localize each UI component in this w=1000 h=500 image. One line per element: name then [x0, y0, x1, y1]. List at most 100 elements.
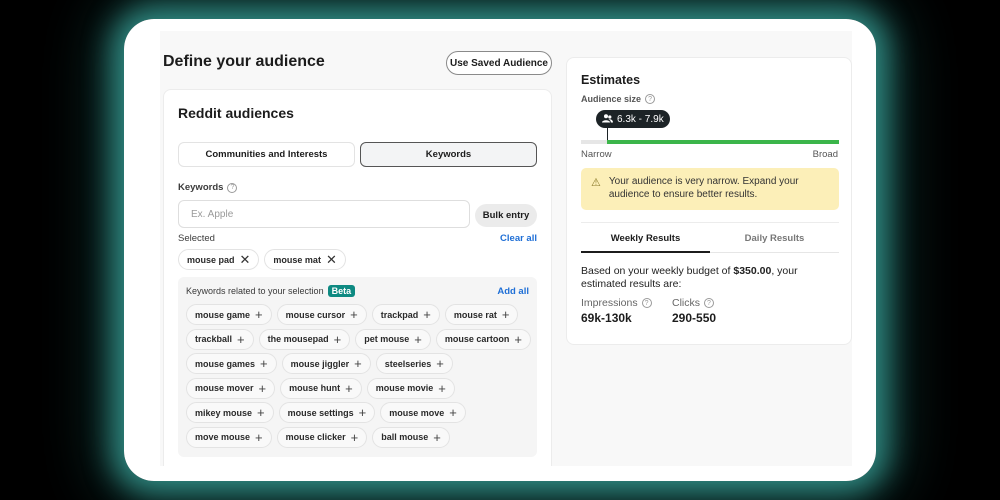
related-keywords-heading: Keywords related to your selection Beta	[186, 285, 356, 297]
audience-range: 6.3k - 7.9k	[617, 113, 664, 125]
related-keyword-chip[interactable]: mouse rat +	[444, 304, 519, 325]
keyword-label: move mouse	[195, 432, 251, 442]
help-icon[interactable]: ?	[704, 298, 714, 308]
tab-keywords[interactable]: Keywords	[360, 142, 537, 167]
keywords-label-text: Keywords	[178, 182, 224, 193]
related-keyword-chip[interactable]: mouse cursor +	[276, 304, 367, 325]
add-icon[interactable]: +	[359, 406, 367, 419]
related-keyword-row: mouse games + mouse jiggler + steelseries +	[186, 353, 531, 374]
selected-label: Selected	[178, 233, 215, 244]
keyword-label: mouse mat	[273, 254, 321, 265]
impressions-label-text: Impressions	[581, 297, 638, 309]
related-keyword-row: trackball + the mousepad + pet mouse + mouse c…	[186, 328, 531, 350]
tab-communities-and-interests[interactable]: Communities and Interests	[178, 142, 355, 167]
audience-page: Define your audience Use Saved Audience …	[160, 31, 852, 466]
add-icon[interactable]: +	[255, 431, 263, 444]
related-keyword-chip[interactable]: pet mouse +	[355, 328, 431, 350]
narrow-audience-warning: ⚠ Your audience is very narrow. Expand y…	[581, 168, 839, 210]
add-icon[interactable]: +	[237, 333, 245, 346]
related-keyword-chip[interactable]: mouse jiggler +	[281, 353, 371, 374]
impressions-metric: Impressions ? 69k-130k	[581, 297, 652, 325]
related-keyword-chip[interactable]: the mousepad +	[258, 328, 351, 350]
audience-size-track	[581, 140, 839, 144]
related-keyword-row: mouse game + mouse cursor + trackpad + mouse r…	[186, 304, 531, 325]
related-keyword-chip[interactable]: mouse hunt +	[280, 377, 362, 399]
add-icon[interactable]: +	[423, 308, 431, 321]
audience-size-label: Audience size ?	[581, 94, 656, 104]
help-icon[interactable]: ?	[641, 298, 652, 308]
add-icon[interactable]: +	[502, 308, 510, 321]
add-icon[interactable]: +	[260, 357, 268, 370]
selected-keyword-chip: mouse pad ✕	[178, 249, 260, 270]
related-keyword-chip[interactable]: mouse clicker +	[276, 426, 368, 448]
keyword-input[interactable]	[178, 200, 470, 228]
audience-size-label-text: Audience size	[581, 94, 642, 104]
warning-text: Your audience is very narrow. Expand you…	[608, 176, 799, 200]
related-keyword-chip[interactable]: move mouse +	[186, 426, 272, 448]
keyword-label: mouse clicker	[285, 432, 346, 442]
add-icon[interactable]: +	[255, 308, 263, 321]
add-icon[interactable]: +	[334, 333, 342, 346]
keyword-label: mouse games	[195, 358, 256, 369]
related-keyword-chip[interactable]: mouse settings +	[278, 402, 376, 423]
related-keyword-chip[interactable]: trackpad +	[371, 304, 440, 325]
screenshot-frame: Define your audience Use Saved Audience …	[124, 19, 876, 481]
keyword-label: mouse mover	[195, 383, 254, 393]
keyword-label: mikey mouse	[195, 407, 253, 418]
keyword-label: pet mouse	[364, 334, 410, 344]
related-keyword-chip[interactable]: mouse game +	[186, 304, 272, 325]
audience-size-fill	[606, 140, 839, 144]
related-keyword-list: mouse game + mouse cursor + trackpad + mouse r…	[186, 304, 531, 448]
related-keyword-chip[interactable]: mouse movie +	[366, 377, 455, 399]
related-keyword-row: mouse mover + mouse hunt + mouse movie +	[186, 377, 531, 399]
add-icon[interactable]: +	[351, 431, 359, 444]
add-icon[interactable]: +	[414, 333, 422, 346]
section-title: Reddit audiences	[178, 105, 294, 121]
clicks-value: 290-550	[672, 311, 717, 325]
add-icon[interactable]: +	[438, 382, 446, 395]
keyword-label: mouse move	[389, 407, 445, 418]
audience-size-badge: 6.3k - 7.9k	[596, 110, 670, 128]
related-keyword-chip[interactable]: mouse games +	[186, 353, 277, 374]
related-keyword-row: mikey mouse + mouse settings + mouse move +	[186, 402, 531, 423]
keywords-label: Keywords ?	[178, 182, 238, 193]
clicks-label: Clicks ?	[672, 297, 716, 309]
add-icon[interactable]: +	[345, 382, 353, 395]
budget-summary: Based on your weekly budget of $350.00, …	[581, 265, 831, 291]
related-keyword-chip[interactable]: mikey mouse +	[186, 402, 274, 423]
budget-amount: $350.00	[733, 265, 772, 277]
add-icon[interactable]: +	[259, 382, 267, 395]
tab-weekly-results[interactable]: Weekly Results	[581, 233, 710, 244]
related-keyword-chip[interactable]: mouse move +	[380, 402, 466, 423]
help-icon[interactable]: ?	[645, 94, 656, 104]
estimates-card: Estimates Audience size ? 6.3k - 7.9k Na…	[566, 57, 852, 345]
add-all-link[interactable]: Add all	[497, 286, 529, 297]
use-saved-audience-button[interactable]: Use Saved Audience	[446, 51, 552, 75]
add-icon[interactable]: +	[257, 406, 265, 419]
related-keyword-chip[interactable]: mouse cartoon +	[435, 328, 531, 350]
help-icon[interactable]: ?	[227, 182, 238, 193]
add-icon[interactable]: +	[433, 431, 441, 444]
divider	[581, 222, 839, 223]
remove-icon[interactable]: ✕	[326, 253, 337, 266]
add-icon[interactable]: +	[436, 357, 444, 370]
related-keyword-chip[interactable]: trackball +	[186, 328, 254, 350]
add-icon[interactable]: +	[449, 406, 457, 419]
related-keyword-chip[interactable]: ball mouse +	[372, 426, 450, 448]
keyword-label: ball mouse	[381, 432, 429, 442]
add-icon[interactable]: +	[514, 333, 522, 346]
keyword-label: mouse rat	[453, 309, 497, 320]
people-icon	[602, 113, 613, 125]
bulk-entry-button[interactable]: Bulk entry	[475, 204, 537, 227]
scale-narrow-label: Narrow	[581, 149, 612, 160]
tab-daily-results[interactable]: Daily Results	[710, 233, 839, 244]
scale-broad-label: Broad	[812, 149, 838, 160]
remove-icon[interactable]: ✕	[240, 253, 251, 266]
add-icon[interactable]: +	[350, 308, 358, 321]
keyword-label: mouse settings	[287, 407, 354, 418]
keyword-label: mouse pad	[187, 254, 235, 265]
related-keyword-chip[interactable]: mouse mover +	[186, 377, 276, 399]
clear-all-link[interactable]: Clear all	[500, 233, 537, 244]
related-keyword-chip[interactable]: steelseries +	[375, 353, 453, 374]
add-icon[interactable]: +	[354, 357, 362, 370]
